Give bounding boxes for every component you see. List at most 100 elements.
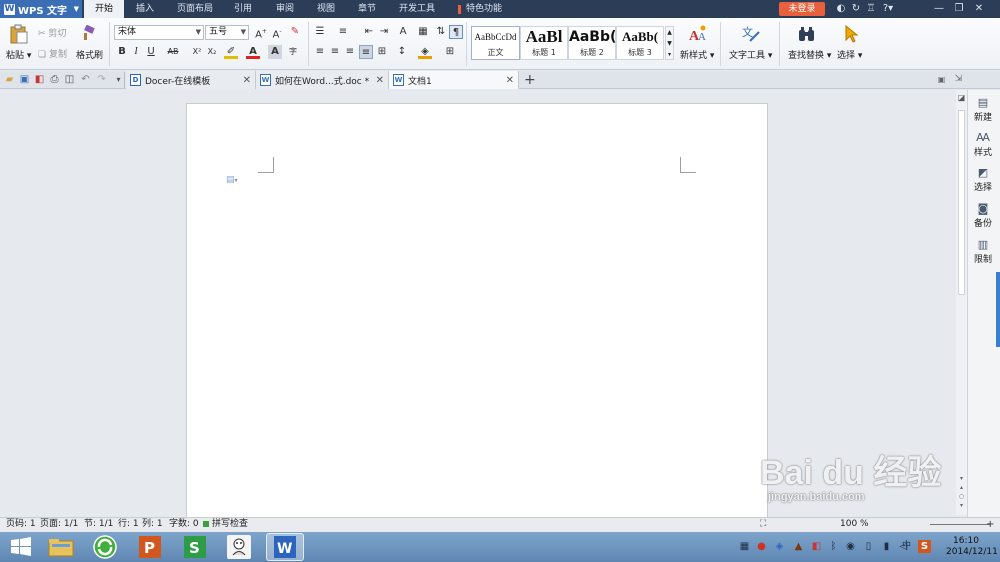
save-icon[interactable]: ▣ (18, 73, 31, 86)
char-shading-icon[interactable]: A (268, 45, 282, 59)
tray-app-icon[interactable]: ▲ (792, 540, 805, 553)
font-name-select[interactable]: 宋体 ▼ (114, 25, 204, 40)
keyboard-icon[interactable]: ▦ (738, 540, 751, 553)
export-pdf-icon[interactable]: ◧ (33, 73, 46, 86)
taskbar-wps-spreadsheet[interactable]: S (176, 533, 214, 561)
taskbar-browser[interactable] (86, 533, 124, 561)
start-button[interactable] (2, 533, 40, 561)
redo-icon[interactable]: ↷ (95, 73, 108, 86)
text-tools-icon[interactable]: 文 (741, 24, 761, 44)
text-direction-icon[interactable]: A (396, 25, 410, 39)
tab-home[interactable]: 开始 (84, 0, 124, 18)
cut-button[interactable]: ✂ 剪切 (38, 26, 66, 39)
bluetooth-icon[interactable]: ᛒ (827, 540, 840, 553)
show-marks-icon[interactable]: ¶ (449, 25, 463, 39)
sync-icon[interactable]: ↻ (850, 3, 862, 15)
doc-tab-howto[interactable]: W 如何在Word...式.doc * ✕ (256, 71, 389, 89)
font-size-select[interactable]: 五号 ▼ (205, 25, 249, 40)
status-word-count[interactable]: 字数: 0 (169, 517, 199, 532)
tab-chapter[interactable]: 章节 (350, 0, 384, 18)
ime-indicator[interactable]: 中 (900, 540, 913, 553)
underline-icon[interactable]: U (144, 45, 158, 59)
taskbar-app[interactable] (220, 533, 258, 561)
paragraph-handle-icon[interactable]: ▤▾ (226, 175, 238, 185)
style-heading-3[interactable]: AaBb( 标题 3 (616, 26, 664, 60)
paste-icon[interactable] (10, 24, 28, 44)
taskbar-wps-presentation[interactable]: P (131, 533, 169, 561)
bullets-icon[interactable]: ☰ (313, 25, 327, 39)
pdf-tray-icon[interactable]: ◧ (810, 540, 823, 553)
side-select-button[interactable]: ◩ 选择 (968, 166, 998, 193)
tab-developer[interactable]: 开发工具 (392, 0, 442, 18)
fit-page-icon[interactable]: ⛶ (760, 517, 766, 532)
taskbar-clock[interactable]: 16:10 2014/12/11 (946, 536, 998, 558)
font-color-icon[interactable]: A (246, 45, 260, 59)
text-tools-button[interactable]: 文字工具 ▾ (729, 48, 772, 61)
find-replace-button[interactable]: 查找替换 ▾ (788, 48, 831, 61)
style-heading-1[interactable]: AaBl 标题 1 (520, 26, 568, 60)
ruler-toggle-icon[interactable]: ◪ (956, 93, 967, 103)
side-backup-button[interactable]: ◙ 备份 (968, 202, 998, 229)
undo-icon[interactable]: ↶ (79, 73, 92, 86)
clear-format-icon[interactable]: ✎ (288, 25, 302, 39)
safe-icon[interactable]: ◉ (844, 540, 857, 553)
help-icon[interactable]: ?▾ (880, 3, 896, 15)
side-new-button[interactable]: ▤ 新建 (968, 96, 998, 123)
tab-list-icon[interactable]: ▣ (935, 73, 948, 86)
shrink-font-icon[interactable]: A- (270, 25, 284, 40)
tab-view[interactable]: 视图 (309, 0, 343, 18)
status-pages[interactable]: 页面: 1/1 (40, 517, 78, 532)
table-icon[interactable]: ▦ (416, 25, 430, 39)
tab-features[interactable]: 特色功能 (462, 0, 506, 18)
taskbar-explorer[interactable] (42, 533, 80, 561)
align-center-icon[interactable]: ≡ (328, 45, 342, 59)
scrollbar-thumb[interactable] (958, 110, 965, 295)
bold-icon[interactable]: B (115, 45, 129, 59)
line-spacing-icon[interactable]: ↕ (395, 45, 409, 59)
copy-button[interactable]: ❏ 复制 (38, 47, 67, 60)
close-tab-icon[interactable]: ✕ (376, 75, 384, 86)
new-style-icon[interactable]: AA (688, 24, 708, 44)
minimize-icon[interactable]: — (933, 3, 945, 15)
zoom-slider[interactable] (930, 524, 990, 525)
superscript-icon[interactable]: X² (190, 45, 204, 59)
open-folder-icon[interactable]: ▰ (3, 73, 16, 86)
login-button[interactable]: 未登录 (779, 2, 825, 16)
sogou-icon[interactable]: S (918, 540, 931, 553)
doc-tab-docer[interactable]: D Docer-在线模板 ✕ (126, 71, 256, 89)
window-mode-icon[interactable]: ⇲ (952, 73, 965, 86)
italic-icon[interactable]: I (129, 45, 143, 59)
numbering-icon[interactable]: ≡ (336, 25, 350, 39)
borders-icon[interactable]: ⊞ (443, 45, 457, 59)
pane-collapse-handle[interactable] (996, 272, 1000, 347)
signal-icon[interactable]: ▮ (880, 540, 893, 553)
grow-font-icon[interactable]: A+ (254, 25, 268, 40)
close-tab-icon[interactable]: ✕ (506, 75, 514, 86)
status-page-number[interactable]: 页码: 1 (6, 517, 36, 532)
format-painter-icon[interactable] (82, 25, 96, 41)
strikethrough-icon[interactable]: AB (166, 45, 180, 59)
highlight-icon[interactable]: ✐ (224, 45, 238, 59)
tab-insert[interactable]: 插入 (128, 0, 162, 18)
subscript-icon[interactable]: X₂ (205, 45, 219, 59)
print-preview-icon[interactable]: ◫ (63, 73, 76, 86)
tab-page-layout[interactable]: 页面布局 (170, 0, 220, 18)
qq-icon[interactable]: ● (755, 540, 768, 553)
page-nav-icons[interactable]: ▾ ▴ ○ ▾ (956, 474, 967, 510)
decrease-indent-icon[interactable]: ⇤ (362, 25, 376, 39)
shirt-icon[interactable]: ♖ (865, 3, 877, 15)
distribute-icon[interactable]: ⊞ (375, 45, 389, 59)
close-icon[interactable]: ✕ (973, 3, 985, 15)
status-section[interactable]: 节: 1/1 (84, 517, 113, 532)
taskbar-wps-writer[interactable]: W (266, 533, 304, 561)
sort-icon[interactable]: ⇅ (434, 25, 448, 39)
zoom-level[interactable]: 100 % (840, 517, 869, 532)
phonetic-icon[interactable]: 字 (286, 45, 300, 59)
skin-icon[interactable]: ◐ (835, 3, 847, 15)
select-cursor-icon[interactable] (843, 25, 859, 43)
paste-button[interactable]: 粘贴 ▾ (6, 48, 31, 61)
increase-indent-icon[interactable]: ⇥ (377, 25, 391, 39)
shading-icon[interactable]: ◈ (418, 45, 432, 59)
tab-review[interactable]: 审阅 (268, 0, 302, 18)
close-tab-icon[interactable]: ✕ (243, 75, 251, 86)
